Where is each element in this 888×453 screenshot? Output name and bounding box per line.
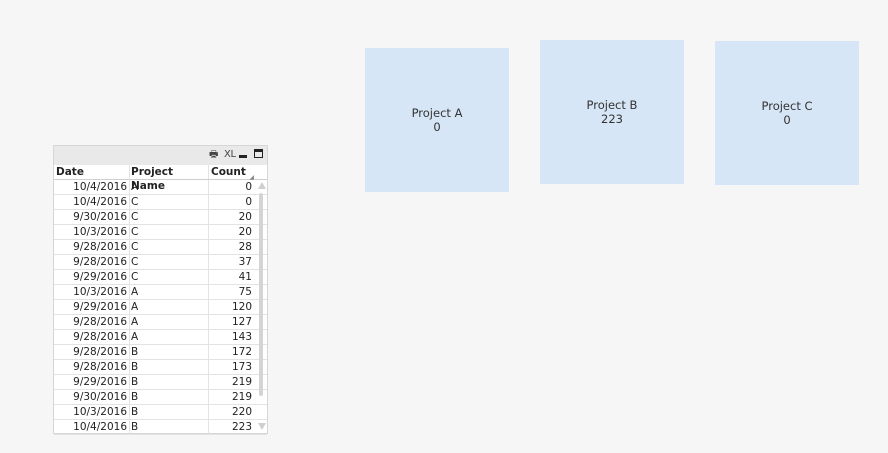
table-header-row: Date Project Name Count ◢ [54, 165, 267, 192]
cell-date[interactable]: 10/3/2016 [54, 225, 129, 239]
cell-project-name[interactable]: B [129, 345, 208, 359]
table-row[interactable]: 9/28/2016 B 172 [54, 345, 267, 360]
cell-date[interactable]: 10/4/2016 [54, 195, 129, 209]
table-row[interactable]: 10/4/2016 A 0 [54, 180, 267, 195]
cell-date[interactable]: 10/3/2016 [54, 285, 129, 299]
cell-project-name[interactable]: B [129, 390, 208, 404]
table-row[interactable]: 9/28/2016 B 173 [54, 360, 267, 375]
table-row[interactable]: 10/3/2016 C 20 [54, 225, 267, 240]
cell-date[interactable]: 9/30/2016 [54, 390, 129, 404]
print-icon[interactable]: 🖶 [209, 148, 220, 161]
kpi-label: Project C [761, 99, 813, 113]
cell-date[interactable]: 9/28/2016 [54, 240, 129, 254]
cell-date[interactable]: 9/28/2016 [54, 330, 129, 344]
table-row[interactable]: 9/29/2016 C 41 [54, 270, 267, 285]
xl-export-icon[interactable]: XL [224, 148, 236, 161]
table-row[interactable]: 9/30/2016 B 219 [54, 390, 267, 405]
cell-date[interactable]: 9/28/2016 [54, 315, 129, 329]
table-row[interactable]: 9/28/2016 A 143 [54, 330, 267, 345]
kpi-value: 0 [433, 120, 441, 134]
scroll-down-icon[interactable] [258, 423, 266, 430]
cell-count[interactable]: 20 [208, 210, 255, 224]
cell-project-name[interactable]: A [129, 300, 208, 314]
column-header-project-name[interactable]: Project Name [129, 165, 208, 192]
column-header-count[interactable]: Count ◢ [208, 165, 255, 181]
cell-date[interactable]: 10/3/2016 [54, 405, 129, 419]
cell-project-name[interactable]: C [129, 255, 208, 269]
scroll-up-icon[interactable] [258, 182, 266, 189]
cell-project-name[interactable]: A [129, 330, 208, 344]
kpi-value: 0 [783, 113, 791, 127]
table-row[interactable]: 9/29/2016 A 120 [54, 300, 267, 315]
maximize-icon[interactable] [254, 149, 263, 158]
kpi-project-a[interactable]: Project A 0 [365, 48, 509, 192]
kpi-project-c[interactable]: Project C 0 [715, 41, 859, 185]
cell-count[interactable]: 28 [208, 240, 255, 254]
table-row[interactable]: 10/4/2016 B 223 [54, 420, 267, 435]
cell-count[interactable]: 0 [208, 195, 255, 209]
table-row[interactable]: 10/3/2016 B 220 [54, 405, 267, 420]
cell-count[interactable]: 127 [208, 315, 255, 329]
table-row[interactable]: 9/28/2016 C 28 [54, 240, 267, 255]
kpi-label: Project B [586, 98, 638, 112]
cell-count[interactable]: 37 [208, 255, 255, 269]
scrollbar-thumb[interactable] [259, 193, 263, 396]
cell-count[interactable]: 120 [208, 300, 255, 314]
cell-date[interactable]: 9/28/2016 [54, 345, 129, 359]
table-caption-bar: 🖶 XL [54, 146, 267, 166]
cell-date[interactable]: 9/29/2016 [54, 300, 129, 314]
cell-date[interactable]: 9/29/2016 [54, 270, 129, 284]
sort-indicator-icon: ◢ [249, 174, 254, 181]
table-row[interactable]: 10/4/2016 C 0 [54, 195, 267, 210]
column-header-date[interactable]: Date [54, 165, 129, 179]
cell-project-name[interactable]: C [129, 270, 208, 284]
table-grid: Date Project Name Count ◢ 10/4/2016 A 0 10/… [54, 165, 267, 435]
cell-date[interactable]: 10/4/2016 [54, 180, 129, 194]
vertical-scrollbar[interactable] [256, 165, 267, 433]
cell-project-name[interactable]: B [129, 405, 208, 419]
table-body: 10/4/2016 A 0 10/4/2016 C 0 9/30/2016 C 20 10/3/2… [54, 180, 267, 435]
table-box: 🖶 XL Date Project Name Count ◢ 10/4/2016… [53, 145, 268, 435]
kpi-project-b[interactable]: Project B 223 [540, 40, 684, 184]
cell-date[interactable]: 10/4/2016 [54, 420, 129, 434]
cell-date[interactable]: 9/28/2016 [54, 360, 129, 374]
cell-count[interactable]: 20 [208, 225, 255, 239]
table-row[interactable]: 9/29/2016 B 219 [54, 375, 267, 390]
cell-count[interactable]: 0 [208, 180, 255, 194]
table-row[interactable]: 9/28/2016 C 37 [54, 255, 267, 270]
cell-project-name[interactable]: A [129, 315, 208, 329]
cell-project-name[interactable]: C [129, 210, 208, 224]
cell-count[interactable]: 223 [208, 420, 255, 434]
kpi-label: Project A [411, 106, 463, 120]
cell-count[interactable]: 41 [208, 270, 255, 284]
cell-project-name[interactable]: C [129, 195, 208, 209]
cell-project-name[interactable]: C [129, 225, 208, 239]
cell-date[interactable]: 9/29/2016 [54, 375, 129, 389]
cell-project-name[interactable]: A [129, 180, 208, 194]
cell-date[interactable]: 9/30/2016 [54, 210, 129, 224]
minimize-icon[interactable] [239, 155, 247, 158]
column-header-count-label: Count [211, 166, 246, 178]
cell-count[interactable]: 220 [208, 405, 255, 419]
kpi-value: 223 [601, 112, 623, 126]
table-row[interactable]: 9/30/2016 C 20 [54, 210, 267, 225]
cell-project-name[interactable]: B [129, 360, 208, 374]
cell-count[interactable]: 172 [208, 345, 255, 359]
cell-count[interactable]: 75 [208, 285, 255, 299]
cell-count[interactable]: 173 [208, 360, 255, 374]
cell-project-name[interactable]: A [129, 285, 208, 299]
cell-count[interactable]: 219 [208, 375, 255, 389]
cell-project-name[interactable]: B [129, 375, 208, 389]
cell-count[interactable]: 219 [208, 390, 255, 404]
cell-date[interactable]: 9/28/2016 [54, 255, 129, 269]
table-row[interactable]: 9/28/2016 A 127 [54, 315, 267, 330]
cell-count[interactable]: 143 [208, 330, 255, 344]
table-row[interactable]: 10/3/2016 A 75 [54, 285, 267, 300]
cell-project-name[interactable]: B [129, 420, 208, 434]
cell-project-name[interactable]: C [129, 240, 208, 254]
